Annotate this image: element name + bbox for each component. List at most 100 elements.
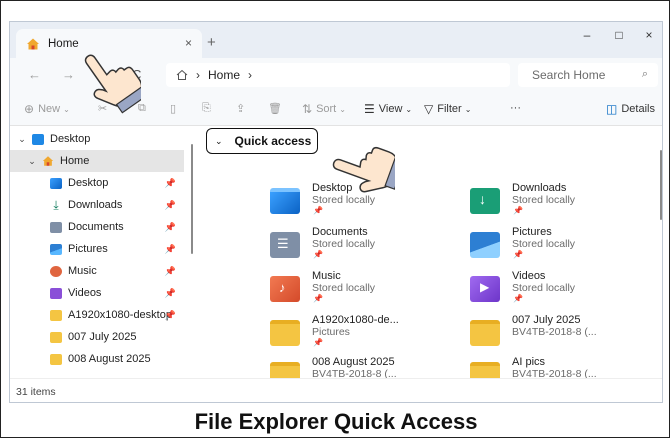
music-icon [50, 265, 62, 277]
sidebar-item-home[interactable]: ⌄ Home [10, 150, 184, 172]
content-scrollbar[interactable] [660, 150, 662, 220]
pin-icon: 📌 [313, 294, 323, 303]
search-input[interactable]: Search Home ⌕ [518, 63, 658, 87]
content-pane: ⌄ Quick access Desktop Stored locally 📌 … [194, 126, 662, 388]
new-tab-button[interactable]: + [207, 34, 216, 51]
filter-button[interactable]: ▽ Filter ⌄ [424, 102, 471, 116]
sort-label: Sort [316, 103, 337, 115]
sidebar-item-label: Videos [68, 287, 102, 299]
maximize-button[interactable]: □ [604, 28, 634, 42]
pin-icon[interactable]: 📌 [165, 178, 176, 189]
sidebar-scrollbar-thumb[interactable] [191, 144, 193, 254]
sidebar-item-label: 007 July 2025 [68, 331, 137, 343]
share-icon[interactable]: ⇪ [236, 102, 245, 115]
item-name: AI pics [512, 356, 546, 368]
sort-button[interactable]: ⇅ Sort ⌄ [302, 102, 346, 116]
sidebar-item-desktop[interactable]: Desktop 📌 [10, 172, 184, 194]
item-location: Stored locally [512, 194, 576, 206]
details-label: Details [621, 103, 655, 115]
chevron-down-icon[interactable]: ⌄ [215, 136, 223, 147]
details-button[interactable]: ◫ Details [606, 102, 655, 116]
forward-button[interactable]: → [62, 67, 75, 82]
sidebar-item-videos[interactable]: Videos 📌 [10, 282, 184, 304]
view-icon: ☰ [364, 102, 375, 116]
search-placeholder: Search Home [532, 68, 606, 82]
item-location: Stored locally [512, 238, 576, 250]
home-icon [42, 156, 54, 166]
quick-access-item-a1920x1080-desktop[interactable]: A1920x1080-de... Pictures 📌 [270, 314, 470, 356]
item-name: Downloads [512, 182, 567, 194]
pin-icon[interactable]: 📌 [165, 222, 176, 233]
close-button[interactable]: × [634, 28, 662, 42]
item-name: 008 August 2025 [312, 356, 395, 368]
folder-icon [50, 331, 62, 343]
desktop-folder-icon [270, 188, 300, 214]
folder-icon [270, 320, 300, 346]
address-input[interactable]: › Home › [166, 63, 510, 87]
pin-icon: 📌 [313, 338, 323, 347]
pin-icon[interactable]: 📌 [165, 244, 176, 255]
view-button[interactable]: ☰ View ⌄ [364, 102, 412, 116]
desktop-icon [50, 177, 62, 189]
breadcrumb-home[interactable]: Home [208, 68, 240, 82]
pin-icon[interactable]: 📌 [165, 288, 176, 299]
pictures-icon [50, 243, 62, 255]
sidebar-item-008-august-2025[interactable]: 008 August 2025 [10, 348, 184, 370]
item-location: BV4TB-2018-8 (... [512, 326, 597, 338]
chevron-down-icon[interactable]: ⌄ [16, 134, 28, 145]
breadcrumb-chevron-icon[interactable]: › [248, 68, 252, 82]
chevron-down-icon: ⌄ [464, 104, 472, 114]
back-button[interactable]: ← [28, 67, 41, 82]
chevron-down-icon: ⌄ [339, 104, 346, 114]
sidebar-item-music[interactable]: Music 📌 [10, 260, 184, 282]
quick-access-title: Quick access [234, 134, 312, 148]
item-location: Stored locally [512, 282, 576, 294]
chevron-down-icon: ⌄ [63, 104, 70, 114]
sidebar-item-label: Music [68, 265, 97, 277]
new-button[interactable]: ⊕ New ⌄ [24, 102, 70, 116]
quick-access-item-music[interactable]: ♪ Music Stored locally 📌 [270, 270, 470, 312]
sidebar-item-a1920x1080-desktop[interactable]: A1920x1080-desktop 📌 [10, 304, 184, 326]
sidebar-item-desktop-root[interactable]: ⌄ Desktop [10, 128, 184, 150]
sidebar-item-pictures[interactable]: Pictures 📌 [10, 238, 184, 260]
details-pane-icon: ◫ [606, 102, 618, 116]
delete-icon[interactable]: 🗑 [268, 102, 282, 115]
sidebar-item-label: Downloads [68, 199, 123, 211]
filter-icon: ▽ [424, 102, 434, 116]
sidebar-item-label: 008 August 2025 [68, 353, 151, 365]
quick-access-header[interactable]: ⌄ Quick access [206, 128, 318, 154]
quick-access-item-documents[interactable]: ☰ Documents Stored locally 📌 [270, 226, 470, 268]
quick-access-item-pictures[interactable]: Pictures Stored locally 📌 [470, 226, 662, 268]
pin-icon: 📌 [513, 250, 523, 259]
quick-access-item-downloads[interactable]: ↓ Downloads Stored locally 📌 [470, 182, 662, 224]
item-location: Pictures [312, 326, 350, 338]
status-bar: 31 items [10, 378, 662, 402]
folder-icon [470, 320, 500, 346]
minimize-button[interactable]: – [572, 28, 602, 42]
paste-icon[interactable]: ▯ [170, 102, 176, 115]
quick-access-item-007-july-2025[interactable]: 007 July 2025 BV4TB-2018-8 (... [470, 314, 662, 356]
videos-folder-icon: ▶ [470, 276, 500, 302]
more-options-button[interactable]: ··· [510, 102, 521, 114]
music-folder-icon: ♪ [270, 276, 300, 302]
folder-icon [50, 309, 62, 321]
sidebar-item-007-july-2025[interactable]: 007 July 2025 [10, 326, 184, 348]
rename-icon[interactable]: ⎘ [202, 102, 211, 115]
sidebar-item-documents[interactable]: Documents 📌 [10, 216, 184, 238]
desktop-icon [32, 133, 44, 145]
quick-access-item-videos[interactable]: ▶ Videos Stored locally 📌 [470, 270, 662, 312]
home-icon [27, 38, 39, 49]
sidebar-item-label: Home [60, 155, 90, 167]
tab-close-button[interactable]: × [185, 36, 192, 50]
item-name: Documents [312, 226, 368, 238]
videos-icon [50, 287, 62, 299]
pin-icon: 📌 [513, 206, 523, 215]
sidebar-item-label: Desktop [68, 177, 109, 189]
item-name: Pictures [512, 226, 552, 238]
pin-icon[interactable]: 📌 [165, 266, 176, 277]
pointing-hand-icon [84, 54, 141, 114]
sidebar-item-downloads[interactable]: ⤓ Downloads 📌 [10, 194, 184, 216]
pin-icon[interactable]: 📌 [165, 310, 176, 321]
chevron-down-icon[interactable]: ⌄ [26, 156, 38, 167]
pin-icon[interactable]: 📌 [165, 200, 176, 211]
